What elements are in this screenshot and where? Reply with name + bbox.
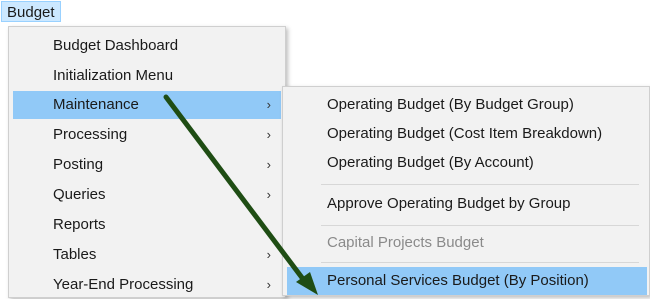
menu-item-reports[interactable]: Reports — [13, 211, 281, 239]
submenu-item-label: Operating Budget (Cost Item Breakdown) — [327, 125, 603, 142]
chevron-right-icon: › — [266, 277, 271, 292]
menu-item-label: Posting — [53, 156, 104, 173]
submenu-item-label: Operating Budget (By Account) — [327, 154, 534, 171]
menu-separator — [321, 225, 639, 226]
menu-item-label: Tables — [53, 246, 97, 263]
menu-item-tables[interactable]: Tables › — [13, 241, 281, 269]
menu-item-budget-dashboard[interactable]: Budget Dashboard — [13, 32, 281, 60]
submenu-item-operating-budget-by-account[interactable]: Operating Budget (By Account) — [287, 149, 647, 177]
submenu-item-personal-services-budget[interactable]: Personal Services Budget (By Position) — [287, 267, 647, 295]
menu-item-maintenance[interactable]: Maintenance › — [13, 91, 281, 119]
submenu-item-capital-projects-budget: Capital Projects Budget — [287, 229, 647, 257]
menu-item-year-end-processing[interactable]: Year-End Processing › — [13, 271, 281, 299]
submenu-item-label: Operating Budget (By Budget Group) — [327, 96, 574, 113]
budget-menu: Budget Dashboard Initialization Menu Mai… — [8, 26, 286, 298]
menu-item-posting[interactable]: Posting › — [13, 151, 281, 179]
menu-item-queries[interactable]: Queries › — [13, 181, 281, 209]
menu-item-label: Processing — [53, 126, 128, 143]
menu-item-label: Queries — [53, 186, 106, 203]
submenu-item-operating-budget-cost-item[interactable]: Operating Budget (Cost Item Breakdown) — [287, 120, 647, 148]
maintenance-submenu: Operating Budget (By Budget Group) Opera… — [282, 86, 650, 296]
submenu-item-label: Capital Projects Budget — [327, 234, 484, 251]
submenu-item-operating-budget-by-group[interactable]: Operating Budget (By Budget Group) — [287, 91, 647, 119]
menu-item-initialization-menu[interactable]: Initialization Menu — [13, 62, 281, 90]
submenu-item-approve-operating-budget[interactable]: Approve Operating Budget by Group — [287, 190, 647, 218]
menu-item-processing[interactable]: Processing › — [13, 121, 281, 149]
submenu-item-label: Approve Operating Budget by Group — [327, 195, 571, 212]
menu-item-label: Initialization Menu — [53, 67, 174, 84]
submenu-item-label: Personal Services Budget (By Position) — [327, 272, 589, 289]
menu-item-label: Reports — [53, 216, 106, 233]
menu-separator — [321, 184, 639, 185]
chevron-right-icon: › — [266, 97, 271, 112]
chevron-right-icon: › — [266, 157, 271, 172]
menu-separator — [321, 262, 639, 263]
menu-bar: Budget — [0, 0, 650, 24]
menu-item-label: Budget Dashboard — [53, 37, 179, 54]
menu-item-label: Maintenance — [53, 96, 139, 113]
menubar-budget[interactable]: Budget — [1, 1, 61, 22]
chevron-right-icon: › — [266, 127, 271, 142]
menu-item-label: Year-End Processing — [53, 276, 194, 293]
chevron-right-icon: › — [266, 187, 271, 202]
chevron-right-icon: › — [266, 247, 271, 262]
